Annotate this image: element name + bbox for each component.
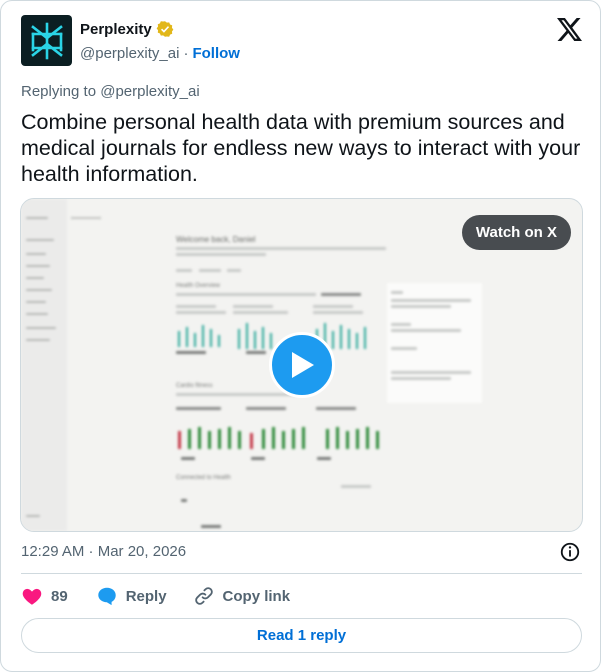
replying-to-text: Replying to @perplexity_ai	[21, 83, 200, 100]
video-cardio-bars	[178, 427, 379, 449]
reply-button[interactable]: Reply	[96, 585, 167, 607]
reply-label: Reply	[125, 587, 167, 605]
video-app-sidebar	[21, 199, 67, 531]
tweet-text: Combine personal health data with premiu…	[21, 110, 581, 186]
like-count: 89	[51, 587, 68, 605]
video-section-cardio: Cardio fitness	[176, 383, 213, 389]
video-media[interactable]: Welcome back, Daniel Health Overview Car…	[20, 198, 583, 532]
tweet-timestamp[interactable]: 12:29 AM · Mar 20, 2026	[21, 543, 186, 560]
author-handle[interactable]: @perplexity_ai	[80, 45, 179, 62]
play-button[interactable]	[269, 332, 335, 398]
watch-on-x-button[interactable]: Watch on X	[461, 215, 571, 250]
video-section-connected: Connected to Health	[176, 475, 231, 481]
copy-link-button[interactable]: Copy link	[193, 585, 291, 607]
video-welcome-text: Welcome back, Daniel	[176, 235, 256, 244]
follow-button[interactable]: Follow	[192, 45, 240, 62]
author-name-row: Perplexity	[80, 20, 174, 38]
verified-badge-icon	[156, 21, 174, 37]
tweet-card: Perplexity @perplexity_ai · Follow Reply…	[0, 0, 601, 672]
action-bar: 89 Reply Copy link	[21, 584, 290, 608]
divider	[21, 573, 582, 574]
play-icon	[292, 352, 314, 378]
link-icon	[194, 587, 213, 605]
like-button[interactable]: 89	[21, 585, 68, 607]
video-section-health-overview: Health Overview	[176, 283, 221, 289]
perplexity-avatar[interactable]	[21, 15, 72, 66]
heart-icon	[22, 588, 42, 605]
separator-dot: ·	[183, 45, 189, 62]
perplexity-logo-icon	[30, 22, 63, 59]
read-replies-button[interactable]: Read 1 reply	[21, 618, 582, 653]
author-handle-row: @perplexity_ai · Follow	[80, 45, 240, 62]
info-icon[interactable]	[559, 541, 581, 563]
author-display-name[interactable]: Perplexity	[80, 21, 152, 38]
reply-bubble-icon	[97, 587, 116, 606]
copy-link-label: Copy link	[222, 587, 291, 605]
x-logo-icon[interactable]	[557, 18, 582, 41]
